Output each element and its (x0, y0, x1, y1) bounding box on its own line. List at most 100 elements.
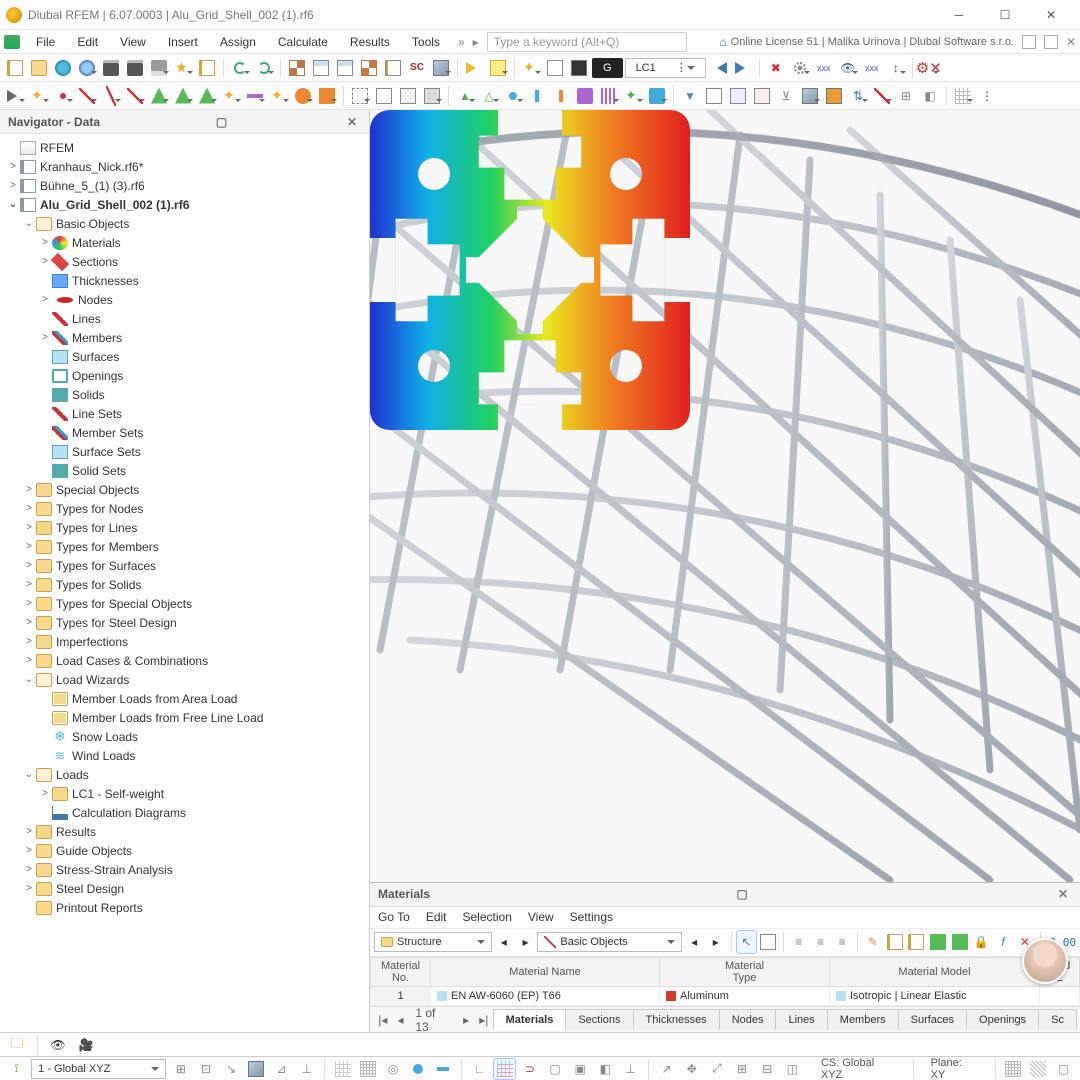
shape1-button[interactable] (292, 85, 314, 107)
snap10-button[interactable]: ⤢ (706, 1059, 727, 1079)
navigator-tree[interactable]: RFEM>Kranhaus_Nick.rf6*>Bühne_5_(1) (3).… (0, 134, 369, 1032)
materials-float-button[interactable]: ▢ (733, 887, 751, 901)
snap7-button[interactable]: ⊥ (620, 1059, 641, 1079)
tree-item[interactable]: ⌄Load Wizards (2, 670, 367, 689)
tree1-button[interactable] (148, 85, 170, 107)
recent-button[interactable] (76, 57, 98, 79)
res2-button[interactable] (598, 85, 620, 107)
dim1-button[interactable] (244, 85, 266, 107)
tab-members[interactable]: Members (827, 1009, 899, 1030)
tree-item[interactable]: >Special Objects (2, 480, 367, 499)
more-button[interactable]: ⋮ (976, 85, 998, 107)
cs-icon[interactable]: ⟟ (6, 1059, 27, 1079)
ortho-button[interactable]: ∟ (469, 1059, 490, 1079)
tree-item[interactable]: >Kranhaus_Nick.rf6* (2, 157, 367, 176)
tree-item[interactable]: ⌄Basic Objects (2, 214, 367, 233)
snap11-button[interactable]: ⊞ (732, 1059, 753, 1079)
menu-calculate[interactable]: Calculate (268, 32, 338, 52)
tree-item[interactable]: RFEM (2, 138, 367, 157)
support1-button[interactable]: ▲ (454, 85, 476, 107)
col-name[interactable]: Material Name (431, 957, 660, 986)
save-button[interactable] (124, 57, 146, 79)
snap4-button[interactable]: ▢ (544, 1059, 565, 1079)
deformation-button[interactable] (789, 57, 811, 79)
snap13-button[interactable]: ◫ (782, 1059, 803, 1079)
calc-button[interactable]: ⚙✕ (918, 57, 940, 79)
cs-btn3[interactable]: ↘ (221, 1059, 242, 1079)
tree-item[interactable]: >Bühne_5_(1) (3).rf6 (2, 176, 367, 195)
category-combo[interactable]: Basic Objects (537, 932, 682, 952)
cat-prev-button[interactable]: ◂ (684, 931, 704, 953)
window-3-button[interactable] (334, 57, 356, 79)
menu-view[interactable]: View (110, 32, 156, 52)
cs-btn2[interactable]: ⊡ (195, 1059, 216, 1079)
maximize-child-button[interactable] (1044, 35, 1058, 49)
vis3-button[interactable] (751, 85, 773, 107)
home-icon[interactable]: ⌂ (719, 35, 726, 49)
tree-item[interactable]: Calculation Diagrams (2, 803, 367, 822)
lc-prev-button[interactable] (708, 57, 730, 79)
snap-grid-button[interactable] (332, 1059, 353, 1079)
vis8-button[interactable] (871, 85, 893, 107)
filter-button[interactable] (487, 57, 509, 79)
vis2-button[interactable] (727, 85, 749, 107)
tab-materials[interactable]: Materials (493, 1009, 567, 1030)
tree-item[interactable]: Member Loads from Free Line Load (2, 708, 367, 727)
hatch-toggle-button[interactable] (1028, 1059, 1049, 1079)
section-db-button[interactable]: SC (406, 57, 428, 79)
member-draw-button[interactable] (124, 85, 146, 107)
sel4-button[interactable] (421, 85, 443, 107)
window-2-button[interactable] (310, 57, 332, 79)
panel-close-button[interactable]: ✕ (343, 115, 361, 129)
tree-item[interactable]: >Stress-Strain Analysis (2, 860, 367, 879)
tree-item[interactable]: Solid Sets (2, 461, 367, 480)
node-button[interactable] (52, 85, 74, 107)
snap8-button[interactable]: ↗ (656, 1059, 677, 1079)
paste-button[interactable] (906, 931, 926, 953)
assistant-avatar[interactable] (1022, 938, 1068, 984)
vis9-button[interactable]: ⊞ (895, 85, 917, 107)
close-child-button[interactable]: ✕ (1066, 35, 1076, 49)
tab-nodes[interactable]: Nodes (719, 1009, 777, 1030)
grid-button[interactable] (952, 85, 974, 107)
cs-btn6[interactable]: ⊥ (296, 1059, 317, 1079)
tree3-button[interactable] (196, 85, 218, 107)
loadcase-combo[interactable]: LC1⋮ (625, 58, 706, 78)
tree-item[interactable]: >Types for Special Objects (2, 594, 367, 613)
tree-item[interactable]: >LC1 - Self-weight (2, 784, 367, 803)
open-model-button[interactable] (52, 57, 74, 79)
table-row[interactable]: 1 EN AW-6060 (EP) T66 Aluminum Isotropic… (371, 987, 1080, 1006)
hinge-button[interactable] (502, 85, 524, 107)
panel-float-button[interactable]: ▢ (213, 115, 231, 129)
restore-child-button[interactable] (1022, 35, 1036, 49)
edit-button[interactable]: ✎ (863, 931, 883, 953)
tree-item[interactable]: >Types for Steel Design (2, 613, 367, 632)
tree-item[interactable]: >Results (2, 822, 367, 841)
new-report-button[interactable]: ★ (172, 57, 194, 79)
window-4-button[interactable] (358, 57, 380, 79)
tree-item[interactable]: >Types for Members (2, 537, 367, 556)
highlight-button[interactable] (758, 931, 778, 953)
tree-item[interactable]: Thicknesses (2, 271, 367, 290)
tree-item[interactable]: Openings (2, 366, 367, 385)
result-xxx-button[interactable]: xxx (813, 57, 835, 79)
viewport-3d[interactable] (370, 110, 1080, 882)
star4-button[interactable]: ✦ (622, 85, 644, 107)
result-eye-button[interactable]: 👁 (837, 57, 859, 79)
tab-sc[interactable]: Sc (1038, 1009, 1077, 1030)
arrow-button[interactable] (4, 85, 26, 107)
tree-item[interactable]: ≋Wind Loads (2, 746, 367, 765)
materials-close-button[interactable]: ✕ (1054, 887, 1072, 901)
tab-lines[interactable]: Lines (775, 1009, 827, 1030)
snap-btn2[interactable] (408, 1059, 429, 1079)
lock-button[interactable]: 🔒 (972, 931, 992, 953)
shape2-button[interactable] (316, 85, 338, 107)
vis10-button[interactable]: ◧ (919, 85, 941, 107)
result-xxx2-button[interactable]: xxx (861, 57, 883, 79)
grid-snap-button[interactable] (494, 1059, 515, 1079)
view-solid-button[interactable] (544, 57, 566, 79)
view-mode-button[interactable]: ✦ (520, 57, 542, 79)
materials-menu-selection[interactable]: Selection (463, 910, 512, 924)
report-button[interactable] (196, 57, 218, 79)
tree-item[interactable]: >Nodes (2, 290, 367, 309)
